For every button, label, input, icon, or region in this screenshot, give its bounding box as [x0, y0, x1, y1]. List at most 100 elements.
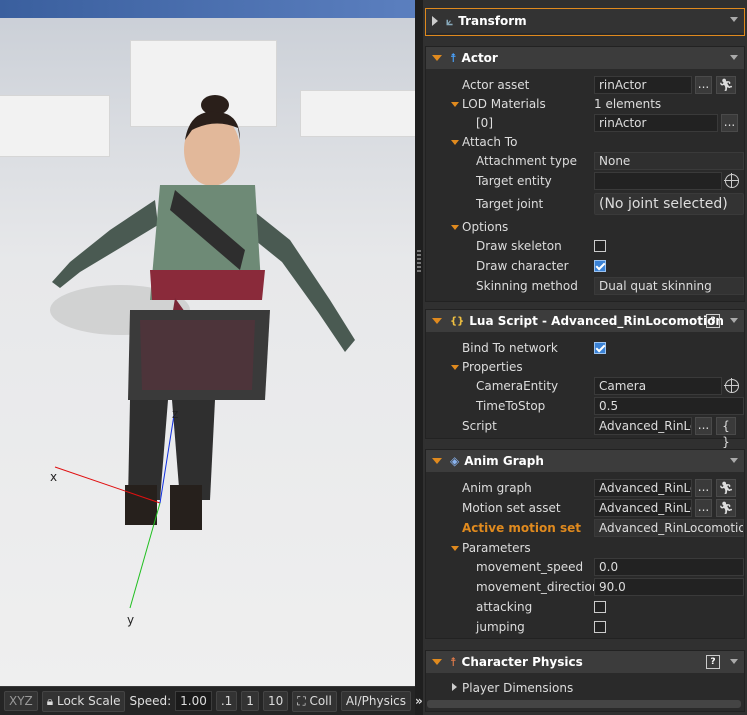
actor-icon: ☨ [450, 51, 457, 65]
xyz-button[interactable]: XYZ [4, 691, 38, 711]
player-dimensions-row[interactable]: Player Dimensions [426, 678, 744, 698]
draw-character-checkbox[interactable] [594, 260, 606, 272]
attacking-label: attacking [476, 600, 533, 614]
lod-collapse-arrow-icon[interactable] [451, 101, 459, 107]
collision-button[interactable]: ⛶ Coll [292, 690, 337, 712]
collapse-arrow-icon [432, 318, 442, 324]
entity-picker-icon[interactable] [724, 173, 739, 188]
actor-asset-label: Actor asset [462, 78, 530, 92]
attachment-type-row: Attachment type None [426, 151, 744, 171]
speed-input[interactable]: 1.00 [175, 691, 212, 711]
parameters-row: Parameters [426, 538, 744, 558]
jumping-label: jumping [476, 620, 525, 634]
ai-physics-button[interactable]: AI/Physics [340, 691, 411, 711]
speed-step-01-button[interactable]: .1 [215, 691, 238, 711]
axis-x-label: x [50, 470, 57, 484]
axis-z-label: z [172, 407, 178, 421]
lod-material-field[interactable]: rinActor [594, 114, 718, 132]
transform-title: Transform [458, 14, 527, 28]
lua-script-component: {} Lua Script - Advanced_RinLocomotion ?… [425, 309, 745, 449]
motion-set-asset-label: Motion set asset [462, 501, 561, 515]
actor-asset-browse-button[interactable]: ... [695, 76, 712, 94]
lod-index-label: [0] [476, 116, 493, 130]
actor-asset-field[interactable]: rinActor [594, 76, 692, 94]
draw-skeleton-row: Draw skeleton [426, 236, 744, 256]
motion-set-browse-button[interactable]: ... [695, 499, 712, 517]
expand-arrow-icon [432, 16, 438, 26]
entity-picker-icon[interactable] [724, 378, 739, 393]
collapse-arrow-icon [432, 458, 442, 464]
anim-graph-title: Anim Graph [464, 454, 544, 468]
skinning-method-row: Skinning method Dual quat skinning [426, 276, 744, 296]
help-icon[interactable]: ? [706, 655, 720, 669]
help-icon[interactable]: ? [706, 314, 720, 328]
panel-splitter[interactable] [415, 0, 423, 715]
component-menu-icon[interactable] [730, 659, 738, 664]
run-icon[interactable]: 🏃︎ [716, 76, 736, 94]
transform-icon: ⟀ [446, 13, 454, 28]
attach-collapse-arrow-icon[interactable] [451, 139, 459, 145]
movement-direction-row: movement_direction 90.0 [426, 577, 744, 597]
actor-component: ☨ Actor Actor asset rinActor ... 🏃︎ LOD … [425, 46, 745, 302]
actor-header[interactable]: ☨ Actor [426, 47, 744, 69]
expand-arrow-icon[interactable] [452, 683, 457, 691]
movement-direction-field[interactable]: 90.0 [594, 578, 744, 596]
character-physics-header[interactable]: ☨ Character Physics ? [426, 651, 744, 673]
camera-entity-label: CameraEntity [476, 379, 559, 393]
camera-entity-field[interactable]: Camera [594, 377, 722, 395]
skinning-method-dropdown[interactable]: Dual quat skinning [594, 277, 744, 295]
lua-script-title: Lua Script - Advanced_RinLocomotion [469, 314, 724, 328]
component-menu-icon[interactable] [730, 55, 738, 60]
properties-collapse-arrow-icon[interactable] [451, 364, 459, 370]
time-to-stop-field[interactable]: 0.5 [594, 397, 744, 415]
lock-scale-button[interactable]: 🔒︎ Lock Scale [41, 690, 126, 712]
component-menu-icon[interactable] [730, 318, 738, 323]
lua-script-header[interactable]: {} Lua Script - Advanced_RinLocomotion ? [426, 310, 744, 332]
motion-set-asset-field[interactable]: Advanced_RinLocomotion [594, 499, 692, 517]
collapse-arrow-icon [432, 55, 442, 61]
run-icon[interactable]: 🏃︎ [716, 499, 736, 517]
parameters-collapse-arrow-icon[interactable] [451, 545, 459, 551]
time-to-stop-row: TimeToStop 0.5 [426, 396, 744, 416]
movement-speed-label: movement_speed [476, 560, 584, 574]
draw-character-row: Draw character [426, 256, 744, 276]
movement-direction-label: movement_direction [476, 580, 600, 594]
active-motion-set-row: Active motion set Advanced_RinLocomotion [426, 518, 744, 538]
bind-to-network-checkbox[interactable] [594, 342, 606, 354]
options-collapse-arrow-icon[interactable] [451, 224, 459, 230]
anim-graph-field[interactable]: Advanced_RinLocomotion [594, 479, 692, 497]
movement-speed-row: movement_speed 0.0 [426, 557, 744, 577]
transform-header[interactable]: ⟀ Transform [426, 9, 744, 33]
splitter-grip[interactable] [417, 250, 421, 272]
target-entity-field[interactable] [594, 172, 722, 190]
toolbar-overflow-button[interactable]: » [415, 694, 423, 708]
speed-step-1-button[interactable]: 1 [241, 691, 259, 711]
jumping-checkbox[interactable] [594, 621, 606, 633]
attachment-type-label: Attachment type [476, 154, 577, 168]
draw-character-label: Draw character [476, 259, 569, 273]
component-menu-icon[interactable] [730, 17, 738, 22]
horizontal-scrollbar[interactable] [427, 700, 741, 708]
parameters-label: Parameters [462, 541, 531, 555]
anim-graph-header[interactable]: ◈ Anim Graph [426, 450, 744, 472]
lod-material-browse-button[interactable]: ... [721, 114, 738, 132]
jumping-row: jumping [426, 617, 744, 637]
attacking-checkbox[interactable] [594, 601, 606, 613]
component-menu-icon[interactable] [730, 458, 738, 463]
target-joint-button[interactable]: (No joint selected) [594, 193, 744, 215]
attach-to-label: Attach To [462, 135, 518, 149]
anim-graph-browse-button[interactable]: ... [695, 479, 712, 497]
run-icon[interactable]: 🏃︎ [716, 479, 736, 497]
script-field[interactable]: Advanced_RinLocomotion [594, 417, 692, 435]
attachment-type-dropdown[interactable]: None [594, 152, 744, 170]
script-edit-button[interactable]: { } [716, 417, 736, 449]
active-motion-set-dropdown[interactable]: Advanced_RinLocomotion [594, 519, 744, 537]
entity-inspector: ⟀ Transform ☨ Actor Actor asset rinActor… [423, 0, 747, 715]
lod-index-row: [0] rinActor ... [426, 113, 744, 133]
speed-step-10-button[interactable]: 10 [262, 691, 289, 711]
movement-speed-field[interactable]: 0.0 [594, 558, 744, 576]
script-browse-button[interactable]: ... [695, 417, 712, 435]
3d-viewport[interactable]: x y z [0, 0, 415, 686]
draw-skeleton-checkbox[interactable] [594, 240, 606, 252]
skinning-method-label: Skinning method [476, 279, 578, 293]
